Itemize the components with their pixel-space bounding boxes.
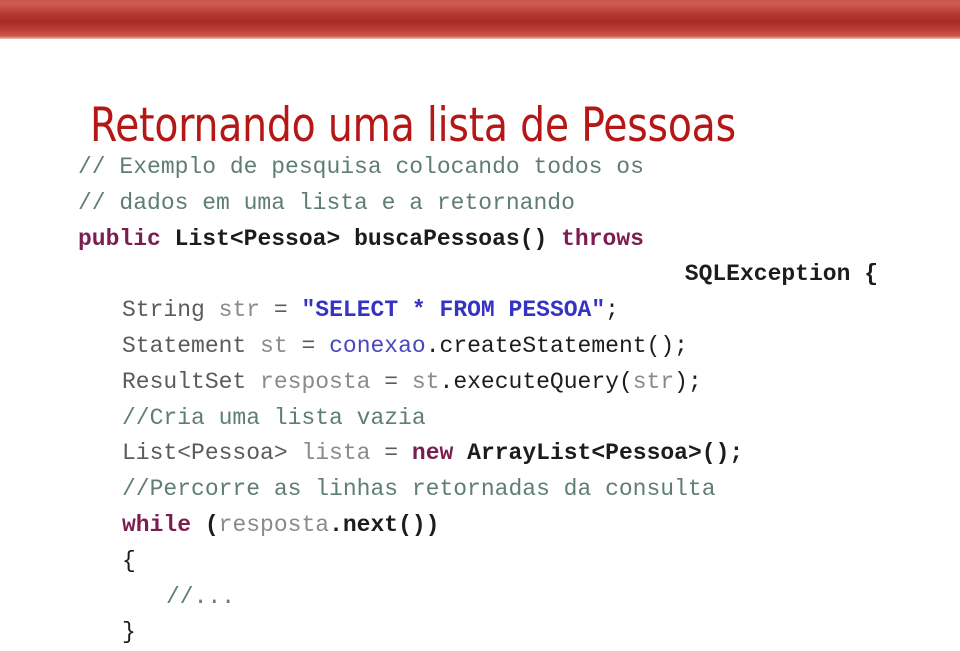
code-line: public List<Pessoa> buscaPessoas() throw… [0, 222, 960, 258]
code-token-ident: resposta [260, 368, 371, 395]
code-token-plain: { [122, 547, 136, 574]
code-token-type: ArrayList<Pessoa>(); [467, 440, 744, 467]
code-token-comment: //Cria uma lista vazia [122, 404, 426, 431]
code-token-ident: str [218, 297, 261, 324]
code-line: } [0, 615, 960, 651]
code-token-comment: //... [166, 583, 236, 610]
code-line: // dados em uma lista e a retornando [0, 186, 960, 222]
code-token-string: "SELECT * FROM PESSOA" [301, 297, 606, 324]
slide-header-bar [0, 0, 960, 39]
code-token-ident: st [260, 332, 288, 359]
code-token-type: List<Pessoa> buscaPessoas() [174, 225, 548, 252]
code-token-dim: String [122, 297, 205, 324]
code-token-comment: //Percorre as linhas retornadas da consu… [122, 476, 716, 503]
code-token-plain: } [122, 619, 136, 646]
code-token-call: conexao [329, 332, 426, 359]
code-token-dim: = [273, 297, 288, 324]
code-line: Statement st = conexao.createStatement()… [0, 329, 960, 365]
code-token-type: ( [204, 511, 219, 538]
code-token-type: SQLException { [684, 261, 878, 288]
code-line: ResultSet resposta = st.executeQuery(str… [0, 365, 960, 401]
code-token-ident: st [411, 368, 440, 395]
code-token-keyword: throws [561, 225, 644, 252]
code-token-punct: .createStatement(); [425, 332, 688, 359]
code-token-keyword: public [78, 225, 161, 252]
code-line: SQLException { [0, 257, 960, 293]
code-line: // Exemplo de pesquisa colocando todos o… [0, 150, 960, 186]
code-line: String str = "SELECT * FROM PESSOA"; [0, 293, 960, 329]
code-token-dim: ResultSet [122, 368, 247, 395]
code-token-punct: .executeQuery( [439, 368, 633, 395]
code-line: //Cria uma lista vazia [0, 401, 960, 437]
code-token-dim: List<Pessoa> [122, 440, 288, 467]
code-line: List<Pessoa> lista = new ArrayList<Pesso… [0, 436, 960, 472]
code-token-ident: str [632, 368, 675, 395]
code-token-dim: Statement [122, 332, 247, 359]
code-line: //Percorre as linhas retornadas da consu… [0, 472, 960, 508]
code-token-keyword: new [411, 440, 454, 467]
code-token-dim: = [301, 332, 316, 359]
slide-header-bar-highlight [0, 0, 960, 14]
code-listing: // Exemplo de pesquisa colocando todos o… [0, 150, 960, 651]
code-token-punct: ); [674, 368, 702, 395]
code-line: while (resposta.next()) [0, 508, 960, 544]
code-token-comment: // Exemplo de pesquisa colocando todos o… [78, 154, 644, 180]
code-token-keyword: while [122, 511, 192, 538]
code-token-comment: // dados em uma lista e a retornando [78, 189, 575, 216]
code-token-dim: = [384, 440, 399, 467]
code-token-ident: resposta [218, 511, 330, 538]
code-token-ident: lista [301, 440, 371, 467]
page-title: Retornando uma lista de Pessoas [90, 98, 736, 154]
code-token-dim: = [384, 368, 399, 395]
code-line: { [0, 544, 960, 580]
code-token-punct: ; [605, 297, 619, 324]
code-token-type: .next()) [329, 511, 440, 538]
code-line: //... [0, 580, 960, 616]
